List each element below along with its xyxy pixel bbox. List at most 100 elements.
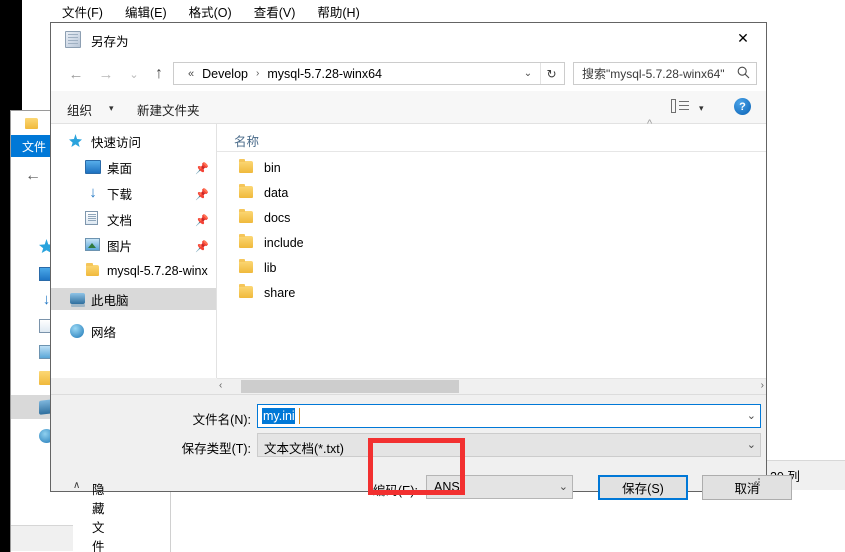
sidebar-item-label: 文档	[107, 213, 133, 228]
savetype-select[interactable]: 文本文档(*.txt) ⌄	[257, 433, 761, 457]
file-name: include	[264, 235, 304, 250]
view-mode-icon[interactable]	[671, 99, 689, 115]
table-row[interactable]: include	[217, 230, 766, 255]
pin-icon[interactable]: 📌	[195, 214, 209, 227]
sidebar-item-label: 下载	[107, 187, 133, 202]
sidebar-item-quick-access[interactable]: 快速访问	[51, 130, 216, 152]
up-button[interactable]: ↑	[148, 63, 170, 85]
horizontal-scrollbar[interactable]: ‹ ›	[217, 378, 766, 394]
resize-grip[interactable]	[752, 478, 762, 488]
sidebar-item-pictures[interactable]: 图片 📌	[51, 234, 216, 256]
folder-icon	[239, 159, 253, 173]
sidebar-item-this-pc[interactable]: 此电脑	[51, 288, 216, 310]
sidebar-item-label: 网络	[91, 325, 117, 340]
network-icon	[70, 324, 84, 338]
file-list-pane: ^ 名称 bin data docs include lib share	[217, 118, 766, 378]
folder-icon	[239, 209, 253, 223]
organize-button[interactable]: 组织	[67, 100, 92, 119]
breadcrumb-separator-icon: ›	[256, 68, 260, 79]
breadcrumb-segment-develop[interactable]: Develop	[202, 67, 248, 81]
desktop-icon	[85, 160, 101, 174]
chevron-down-icon[interactable]: ▾	[109, 103, 114, 114]
menu-item-format[interactable]: 格式(O)	[189, 2, 232, 21]
navigation-pane: 快速访问 桌面 📌 ↓ 下载 📌 文档 📌 图片 📌 mysql-5.7.28-…	[51, 124, 216, 378]
column-header-name[interactable]: 名称	[234, 131, 259, 150]
back-button[interactable]: ←	[65, 63, 87, 85]
pin-icon[interactable]: 📌	[195, 188, 209, 201]
folder-icon	[239, 284, 253, 298]
search-input[interactable]: 搜索"mysql-5.7.28-winx64"	[573, 62, 757, 85]
star-pin-icon	[69, 134, 82, 147]
scroll-left-arrow-icon[interactable]: ‹	[219, 380, 222, 391]
chevron-down-icon[interactable]: ⌄	[747, 438, 756, 451]
annotation-highlight-rectangle	[368, 438, 465, 495]
file-name: share	[264, 285, 296, 300]
file-name: docs	[264, 210, 291, 225]
recent-locations-button[interactable]: ⌄	[123, 63, 145, 85]
sidebar-item-label: 快速访问	[91, 135, 142, 150]
hide-folders-label: 隐藏文件夹	[92, 483, 105, 552]
close-icon[interactable]: ✕	[720, 23, 766, 54]
table-row[interactable]: docs	[217, 205, 766, 230]
sidebar-item-label: 桌面	[107, 161, 133, 176]
documents-icon	[85, 211, 98, 225]
chevron-down-icon[interactable]: ⌄	[747, 409, 756, 422]
back-arrow-icon[interactable]: ←	[25, 167, 41, 185]
cancel-button[interactable]: 取消	[702, 475, 792, 500]
table-row[interactable]: bin	[217, 155, 766, 180]
notepad-body-divider	[170, 490, 171, 552]
sidebar-item-mysql-folder[interactable]: mysql-5.7.28-winx	[51, 260, 216, 282]
pin-icon[interactable]: 📌	[195, 162, 209, 175]
savetype-value: 文本文档(*.txt)	[264, 442, 344, 456]
bg-ribbon-label: 文件	[22, 139, 47, 154]
notepad-document-icon	[65, 31, 81, 48]
breadcrumb-overflow-icon[interactable]: «	[188, 68, 194, 80]
download-icon: ↓	[89, 184, 97, 201]
table-row[interactable]: share	[217, 280, 766, 305]
chevron-up-icon: ∧	[73, 480, 81, 491]
sidebar-item-label: 图片	[107, 239, 133, 254]
chevron-down-icon[interactable]: ⌄	[518, 63, 538, 84]
address-bar[interactable]: « Develop › mysql-5.7.28-winx64 ⌄ ↻	[173, 62, 565, 85]
notepad-menu-bar: 文件(F) 编辑(E) 格式(O) 查看(V) 帮助(H)	[50, 0, 845, 22]
sidebar-item-documents[interactable]: 文档 📌	[51, 208, 216, 230]
menu-item-file[interactable]: 文件(F)	[62, 2, 103, 21]
chevron-down-icon[interactable]: ▾	[699, 103, 704, 114]
sidebar-item-desktop[interactable]: 桌面 📌	[51, 156, 216, 178]
save-button[interactable]: 保存(S)	[598, 475, 688, 500]
dialog-toolbar: 组织 ▾ 新建文件夹 ▾ ?	[51, 91, 766, 124]
pictures-icon	[85, 238, 100, 251]
text-caret	[299, 408, 300, 424]
this-pc-icon	[70, 293, 85, 307]
pin-icon[interactable]: 📌	[195, 240, 209, 253]
file-name: lib	[264, 260, 277, 275]
dialog-title: 另存为	[91, 35, 129, 49]
dialog-titlebar[interactable]: 另存为 ✕	[51, 23, 766, 55]
breadcrumb-segment-mysql[interactable]: mysql-5.7.28-winx64	[267, 67, 382, 81]
bg-explorer-statusbar	[11, 525, 73, 551]
new-folder-button[interactable]: 新建文件夹	[137, 100, 200, 119]
scroll-right-arrow-icon[interactable]: ›	[761, 380, 764, 391]
menu-item-edit[interactable]: 编辑(E)	[125, 2, 167, 21]
folder-icon	[239, 184, 253, 198]
search-icon	[737, 66, 750, 79]
menu-item-help[interactable]: 帮助(H)	[317, 2, 359, 21]
table-row[interactable]: data	[217, 180, 766, 205]
file-name: data	[264, 185, 289, 200]
sidebar-item-network[interactable]: 网络	[51, 320, 216, 342]
refresh-icon[interactable]: ↻	[540, 63, 562, 84]
forward-button[interactable]: →	[95, 63, 117, 85]
collapse-chevron-icon[interactable]: ^	[647, 118, 652, 130]
sidebar-item-downloads[interactable]: ↓ 下载 📌	[51, 182, 216, 204]
column-header-row: ^ 名称	[217, 118, 766, 152]
savetype-label: 保存类型(T):	[181, 442, 251, 456]
scrollbar-thumb[interactable]	[241, 380, 459, 393]
filename-input[interactable]: my.ini ⌄	[257, 404, 761, 428]
menu-item-view[interactable]: 查看(V)	[254, 2, 296, 21]
save-as-dialog: 另存为 ✕ ← → ⌄ ↑ « Develop › mysql-5.7.28-w…	[50, 22, 792, 552]
folder-icon	[86, 263, 99, 276]
sidebar-item-label: 此电脑	[91, 293, 129, 308]
chevron-down-icon[interactable]: ⌄	[559, 480, 568, 493]
help-icon[interactable]: ?	[734, 98, 751, 115]
table-row[interactable]: lib	[217, 255, 766, 280]
